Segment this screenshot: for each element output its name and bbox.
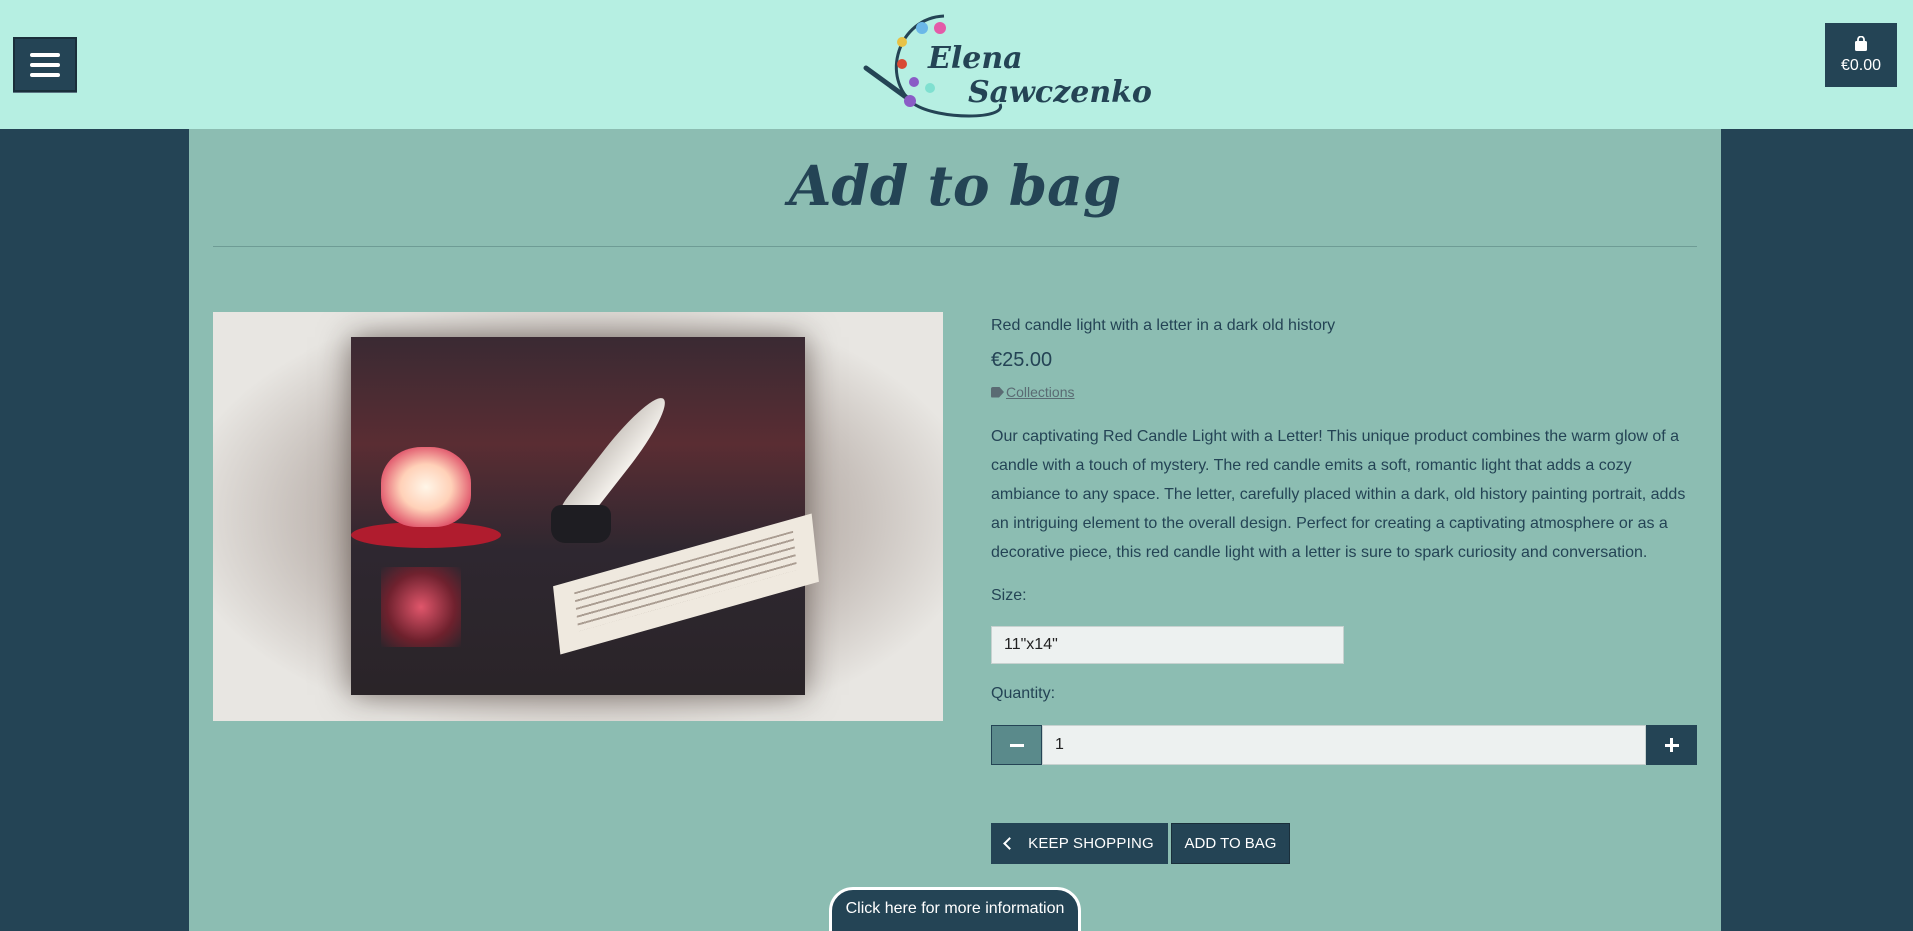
site-header: Elena Sawczenko €0.00: [0, 0, 1913, 129]
tag-icon: [991, 386, 1004, 398]
product-category: Collections: [991, 384, 1074, 400]
size-label: Size:: [991, 587, 1027, 604]
decrement-button[interactable]: [991, 725, 1042, 765]
minus-icon: [1009, 743, 1024, 747]
product-name: Red candle light with a letter in a dark…: [991, 317, 1336, 334]
shopping-bag-button[interactable]: €0.00: [1825, 23, 1897, 87]
bag-total: €0.00: [1840, 56, 1882, 74]
site-logo[interactable]: Elena Sawczenko: [858, 8, 1152, 120]
logo-last-name: Sawczenko: [968, 75, 1152, 110]
product-details: Red candle light with a letter in a dark…: [991, 129, 1697, 931]
main-content: Add to bag Red candle light with a lette…: [189, 129, 1721, 931]
category-link[interactable]: Collections: [1006, 384, 1074, 400]
product-image: [213, 312, 943, 721]
increment-button[interactable]: [1646, 725, 1697, 765]
quantity-stepper: 1: [991, 725, 1697, 765]
chevron-left-icon: [1003, 837, 1017, 850]
hamburger-menu-button[interactable]: [13, 37, 77, 92]
quantity-label: Quantity:: [991, 685, 1056, 702]
keep-shopping-label: KEEP SHOPPING: [1028, 835, 1154, 852]
shopping-bag-icon: [1855, 35, 1867, 51]
size-select[interactable]: 11"x14": [991, 626, 1344, 664]
painting-artwork: [351, 337, 819, 695]
keep-shopping-button[interactable]: KEEP SHOPPING: [991, 823, 1168, 864]
add-to-bag-button[interactable]: ADD TO BAG: [1171, 823, 1290, 864]
quantity-input[interactable]: 1: [1042, 725, 1646, 765]
more-information-tab[interactable]: Click here for more information: [829, 887, 1081, 931]
hamburger-menu-icon: [30, 52, 60, 57]
product-description: Our captivating Red Candle Light with a …: [991, 428, 1686, 561]
logo-first-name: Elena: [928, 41, 1023, 76]
product-price: €25.00: [991, 349, 1053, 371]
